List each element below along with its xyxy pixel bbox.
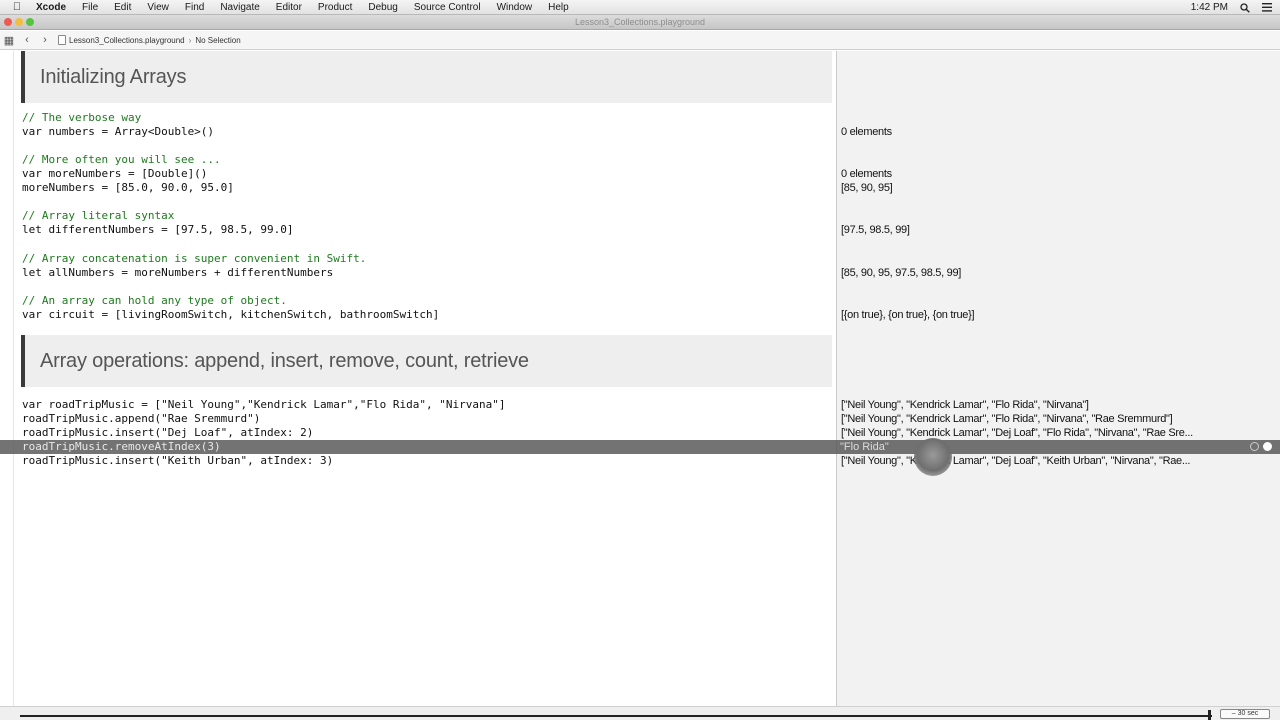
menu-edit[interactable]: Edit [106,2,139,13]
result-value[interactable]: [{on true}, {on true}, {on true}] [841,308,975,322]
result-value[interactable]: [97.5, 98.5, 99] [841,223,910,237]
playground-file-icon [58,35,66,45]
code-line[interactable]: // Array literal syntax [22,209,174,223]
section-heading: Initializing Arrays [21,51,832,103]
code-comment: // More often you will see ... [22,153,221,166]
menu-find[interactable]: Find [177,2,212,13]
result-value[interactable]: ["Neil Young", "Kendrick Lamar", "Flo Ri… [841,412,1173,426]
code-line[interactable]: roadTripMusic.insert("Dej Loaf", atIndex… [22,426,313,440]
code-line[interactable]: roadTripMusic.insert("Keith Urban", atIn… [22,454,333,468]
code-comment: // Array concatenation is super convenie… [22,252,367,265]
forward-arrow-icon[interactable]: › [36,31,54,50]
section-heading: Array operations: append, insert, remove… [21,335,832,387]
code-line[interactable]: var moreNumbers = [Double]() [22,167,207,181]
code-line[interactable]: let differentNumbers = [97.5, 98.5, 99.0… [22,223,294,237]
result-value[interactable]: ["Neil Young", "Kendrick Lamar", "Flo Ri… [841,398,1089,412]
timeline-bar: – 30 sec [0,706,1280,720]
result-value-current[interactable]: "Flo Rida" [840,440,889,454]
menu-source-control[interactable]: Source Control [406,2,489,13]
menu-product[interactable]: Product [310,2,360,13]
code-line-current[interactable]: roadTripMusic.removeAtIndex(3) [22,440,221,454]
result-value[interactable]: [85, 90, 95, 97.5, 98.5, 99] [841,266,961,280]
result-value[interactable]: 0 elements [841,167,892,181]
jumpbar-selection[interactable]: No Selection [195,36,240,45]
code-line[interactable]: moreNumbers = [85.0, 90.0, 95.0] [22,181,234,195]
code-line[interactable]: roadTripMusic.append("Rae Sremmurd") [22,412,260,426]
window-titlebar: Lesson3_Collections.playground [0,15,1280,30]
list-menu-icon[interactable] [1262,3,1272,12]
timeline-duration: 30 sec [1237,710,1259,717]
source-editor[interactable]: Initializing Arrays // The verbose way v… [0,51,836,706]
menu-view[interactable]: View [139,2,177,13]
result-value[interactable]: 0 elements [841,125,892,139]
value-history-circle-icon[interactable] [1263,442,1272,451]
menu-debug[interactable]: Debug [360,2,405,13]
timeline-minus-icon[interactable]: – [1232,710,1236,717]
timeline-duration-stepper[interactable]: – 30 sec [1220,709,1270,719]
code-line[interactable]: // Array concatenation is super convenie… [22,252,366,266]
code-line[interactable]: var circuit = [livingRoomSwitch, kitchen… [22,308,439,322]
result-value[interactable]: ["Neil Young", "Kendrick Lamar", "Dej Lo… [841,454,1190,468]
related-items-icon[interactable]: ▦ [0,31,18,50]
jumpbar-file[interactable]: Lesson3_Collections.playground [58,35,185,45]
code-line[interactable]: // The verbose way [22,111,141,125]
menu-xcode[interactable]: Xcode [28,2,74,13]
code-line[interactable]: // An array can hold any type of object. [22,294,287,308]
mouse-cursor-highlight [914,438,952,476]
result-value[interactable]: [85, 90, 95] [841,181,893,195]
breadcrumb-separator-icon: › [188,35,192,45]
menu-extras: 1:42 PM [1191,0,1272,15]
menu-help[interactable]: Help [540,2,577,13]
results-sidebar: 0 elements 0 elements [85, 90, 95] [97.5… [836,51,1280,706]
code-line[interactable]: var roadTripMusic = ["Neil Young","Kendr… [22,398,505,412]
menu-window[interactable]: Window [489,2,541,13]
code-comment: // Array literal syntax [22,209,175,222]
menu-editor[interactable]: Editor [268,2,310,13]
menu-bar:  Xcode File Edit View Find Navigate Edi… [0,0,1280,15]
code-line[interactable]: // More often you will see ... [22,153,221,167]
code-comment: // An array can hold any type of object. [22,294,287,307]
quick-look-eye-icon[interactable] [1250,442,1259,451]
window-title: Lesson3_Collections.playground [574,17,706,27]
result-toggles [1250,442,1272,451]
timeline-scrubber[interactable] [1208,710,1211,720]
code-line[interactable]: let allNumbers = moreNumbers + different… [22,266,333,280]
menu-navigate[interactable]: Navigate [212,2,267,13]
code-comment: // The verbose way [22,111,142,124]
result-value[interactable]: ["Neil Young", "Kendrick Lamar", "Dej Lo… [841,426,1193,440]
editor-gutter [13,51,14,706]
timeline-track[interactable] [20,715,1212,717]
apple-menu-icon[interactable]:  [6,1,28,13]
menu-file[interactable]: File [74,2,106,13]
jump-bar: ▦ ‹ › Lesson3_Collections.playground › N… [0,31,1280,50]
jumpbar-file-label: Lesson3_Collections.playground [69,35,185,45]
spotlight-search-icon[interactable] [1240,2,1250,13]
code-line[interactable]: var numbers = Array<Double>() [22,125,214,139]
clock[interactable]: 1:42 PM [1191,2,1228,13]
back-arrow-icon[interactable]: ‹ [18,31,36,50]
